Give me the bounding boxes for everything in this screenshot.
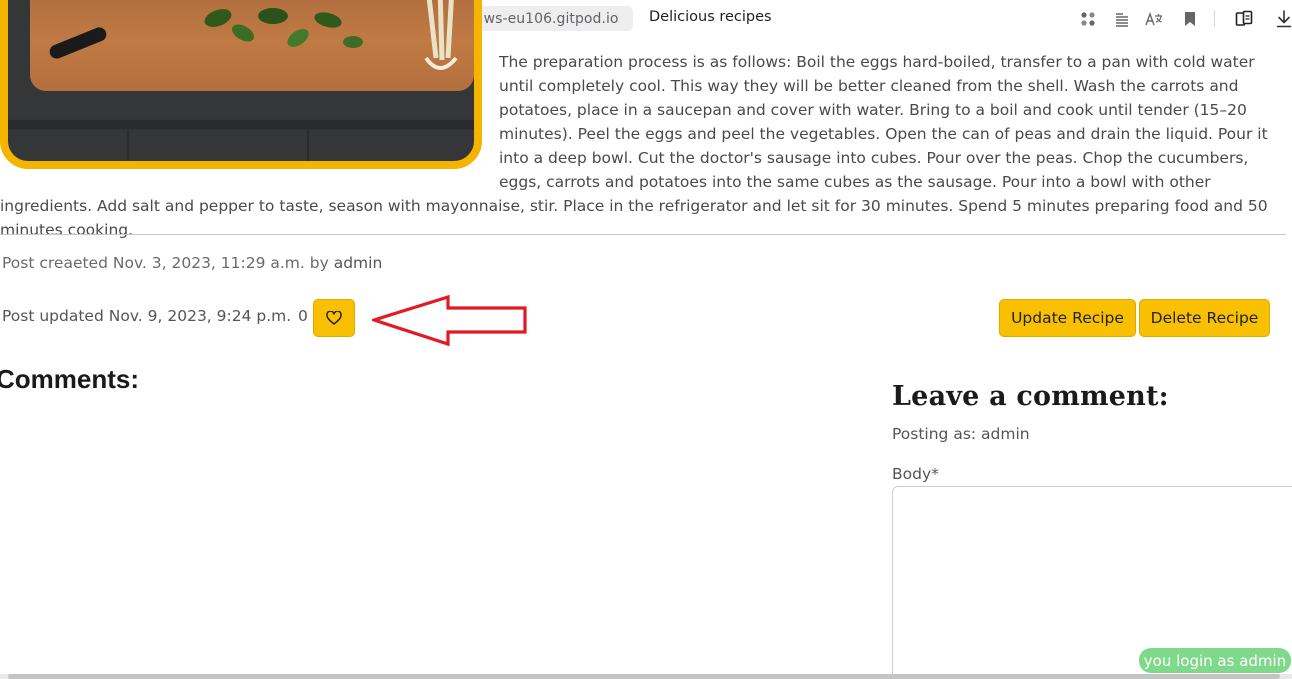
update-recipe-button[interactable]: Update Recipe [999,299,1136,337]
apps-grid-icon[interactable] [1078,9,1098,29]
annotation-arrow [372,294,527,347]
body-label: Body* [892,465,939,483]
toolbar-separator [1214,10,1215,27]
posting-as: Posting as: admin [892,425,1030,443]
horizontal-scrollbar[interactable] [0,674,1292,679]
recipe-preparation: The preparation process is as follows: B… [0,50,1288,242]
post-updated: Post updated Nov. 9, 2023, 9:24 p.m. [2,307,292,325]
scrollbar-thumb[interactable] [8,674,1280,679]
bookmark-icon[interactable] [1180,9,1200,29]
comments-heading: Comments: [0,364,140,394]
collections-icon[interactable] [1234,9,1254,29]
post-created: Post creaeted Nov. 3, 2023, 11:29 a.m. b… [2,254,382,272]
translate-icon[interactable] [1144,9,1164,29]
heart-icon [326,311,342,325]
leave-comment-heading: Leave a comment: [892,381,1169,412]
delete-recipe-button[interactable]: Delete Recipe [1139,299,1270,337]
login-status-badge: you login as admin [1139,648,1291,673]
like-button[interactable] [313,299,355,337]
post-author: admin [333,254,383,272]
like-count: 0 [298,307,308,325]
divider [0,234,1286,235]
reader-mode-icon[interactable] [1112,9,1132,29]
image-float-spacer [0,50,499,180]
page-title: Delicious recipes [649,9,772,25]
download-icon[interactable] [1274,9,1292,29]
post-created-text: Post creaeted Nov. 3, 2023, 11:29 a.m. b… [2,254,329,272]
